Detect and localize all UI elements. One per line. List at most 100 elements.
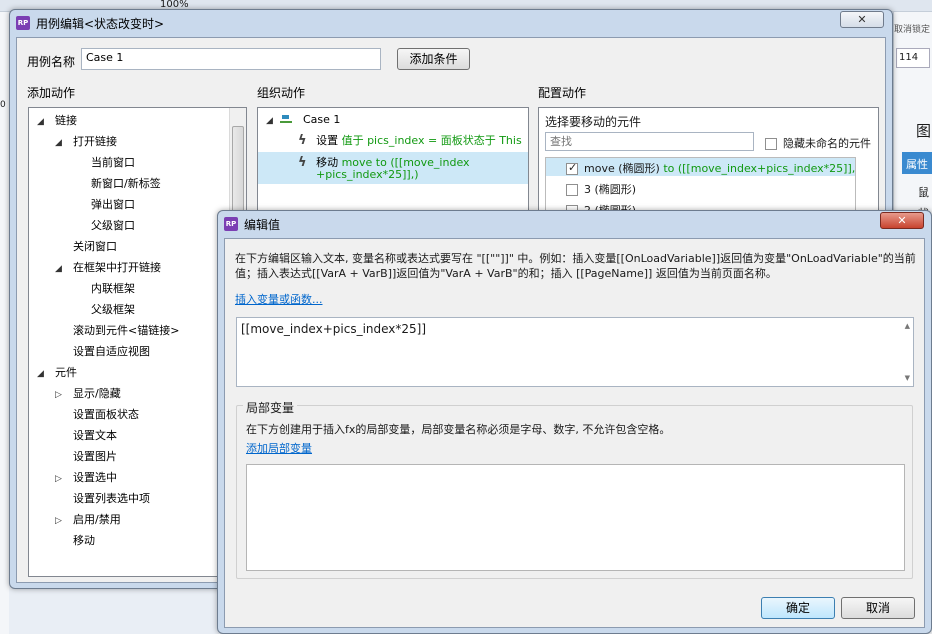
action-tree-label: 弹出窗口 (91, 198, 135, 211)
background-left-edge: 0 (0, 12, 9, 634)
action2-detail-line2: +pics_index*25]],) (316, 168, 419, 181)
action-tree-item[interactable]: 设置列表选中项 (55, 490, 150, 506)
bg-value-box[interactable]: 114 (896, 48, 930, 68)
bg-item-1[interactable]: 鼠 (918, 184, 929, 200)
widget-row[interactable]: move (椭圆形) to ([[move_index+pics_index*2… (566, 160, 855, 176)
case-node[interactable]: ◢ Case 1 (266, 113, 340, 126)
bg-value: 114 (899, 52, 919, 63)
expression-editor[interactable]: [[move_index+pics_index*25]] ▲ ▼ (236, 317, 914, 387)
case-editor-titlebar[interactable]: RP 用例编辑<状态改变时> (10, 10, 892, 36)
action-tree-label: 链接 (55, 114, 77, 127)
action-tree-label: 父级窗口 (91, 219, 135, 232)
action1-detail: 值于 pics_index = 面板状态于 This (341, 134, 522, 147)
action-tree-item[interactable]: 弹出窗口 (73, 196, 135, 212)
widget-name-0: move (椭圆形) (584, 162, 660, 175)
action-tree-item[interactable]: 设置图片 (55, 448, 117, 464)
configure-action-panel: 选择要移动的元件 隐藏未命名的元件 move (椭圆形) to ([[move_… (538, 107, 879, 217)
action-tree-item[interactable]: ◢ 在框架中打开链接 (55, 259, 161, 275)
bg-props-tab[interactable]: 属性 (902, 152, 932, 174)
hide-unnamed-checkbox[interactable] (765, 138, 777, 150)
case-editor-close-button[interactable]: ✕ (840, 11, 884, 28)
action-tree-item[interactable]: 设置自适应视图 (55, 343, 150, 359)
action-tree-item[interactable]: ▷ 启用/禁用 (55, 511, 121, 527)
local-variables-title: 局部变量 (243, 399, 298, 416)
add-condition-button[interactable]: 添加条件 (397, 48, 470, 70)
case-name-field[interactable]: Case 1 (81, 48, 381, 70)
tree-toggle-icon[interactable]: ▷ (55, 390, 65, 400)
bg-props-label: 属性 (906, 158, 928, 171)
widget-name-1: 3 (椭圆形) (584, 183, 637, 196)
case-toggle[interactable]: ◢ (266, 116, 276, 126)
action1-verb: 设置 (316, 134, 339, 147)
action-tree-item[interactable]: 当前窗口 (73, 154, 135, 170)
configure-action-title: 配置动作 (538, 86, 587, 100)
edit-value-title: 编辑值 (244, 217, 281, 232)
add-action-title: 添加动作 (27, 86, 76, 100)
action-tree-item[interactable]: ▷ 设置选中 (55, 469, 117, 485)
action-tree-scroll-thumb[interactable] (232, 126, 244, 216)
widget-search-input[interactable] (545, 132, 754, 151)
editor-scroll-down-icon[interactable]: ▼ (905, 374, 910, 382)
tree-toggle-icon[interactable]: ◢ (55, 264, 65, 274)
widget-checkbox-move[interactable] (566, 161, 578, 175)
action-tree-item[interactable]: 设置文本 (55, 427, 117, 443)
hide-unnamed-label: 隐藏未命名的元件 (783, 137, 871, 150)
action-tree-item[interactable]: 移动 (55, 532, 95, 548)
case-node-label: Case 1 (303, 113, 341, 126)
lightning-icon: ϟ (298, 155, 307, 170)
action-tree-label: 设置自适应视图 (73, 345, 150, 358)
action-tree-label: 设置选中 (73, 471, 117, 484)
add-local-variable-link[interactable]: 添加局部变量 (246, 440, 312, 456)
lightning-icon: ϟ (298, 133, 307, 148)
edit-value-close-button[interactable]: ✕ (880, 212, 924, 229)
tree-toggle-icon[interactable]: ◢ (37, 369, 47, 379)
add-action-tree[interactable]: ◢ 链接 ◢ 打开链接当前窗口新窗口/新标签 弹出窗口父级窗口关闭窗口 ◢ 在框架中打开链接… (28, 107, 247, 577)
action-tree-label: 关闭窗口 (73, 240, 117, 253)
action-tree-item[interactable]: ◢ 元件 (37, 364, 77, 380)
action-tree-item[interactable]: ▷ 显示/隐藏 (55, 385, 121, 401)
axure-rp-icon: RP (224, 217, 238, 231)
tree-toggle-icon[interactable]: ▷ (55, 516, 65, 526)
action-tree-item[interactable]: 父级框架 (73, 301, 135, 317)
tree-toggle-icon[interactable]: ◢ (55, 138, 65, 148)
action-tree-label: 启用/禁用 (73, 513, 121, 526)
local-variables-description: 在下方创建用于插入fx的局部变量，局部变量名称必须是字母、数字, 不允许包含空格… (246, 423, 671, 436)
expression-text: [[move_index+pics_index*25]] (241, 322, 427, 336)
widget-row[interactable]: 3 (椭圆形) (566, 181, 636, 197)
bg-unlock-text[interactable]: 取消锁定 (894, 22, 930, 35)
action-tree-item[interactable]: ◢ 链接 (37, 112, 77, 128)
action-tree-item[interactable]: ◢ 打开链接 (55, 133, 117, 149)
widget-list[interactable]: move (椭圆形) to ([[move_index+pics_index*2… (545, 157, 856, 216)
action-tree-item[interactable]: 内联框架 (73, 280, 135, 296)
configure-heading: 选择要移动的元件 (545, 115, 642, 129)
action-tree-label: 当前窗口 (91, 156, 135, 169)
case-icon (279, 115, 292, 125)
action-tree-item[interactable]: 关闭窗口 (55, 238, 117, 254)
action-tree-item[interactable]: 父级窗口 (73, 217, 135, 233)
ok-button[interactable]: 确定 (761, 597, 835, 619)
action-tree-label: 元件 (55, 366, 77, 379)
bg-heading: 图 (916, 122, 932, 140)
organize-action-title: 组织动作 (257, 86, 306, 100)
hide-unnamed-toggle[interactable]: 隐藏未命名的元件 (765, 135, 871, 151)
tree-toggle-icon[interactable]: ◢ (37, 117, 47, 127)
tree-toggle-icon[interactable]: ▷ (55, 474, 65, 484)
left-edge-text: 0 (0, 100, 6, 110)
insert-variable-link[interactable]: 插入变量或函数... (235, 291, 323, 307)
action-tree-label: 设置图片 (73, 450, 117, 463)
action-tree-item[interactable]: 设置面板状态 (55, 406, 139, 422)
edit-value-instructions: 在下方编辑区输入文本, 变量名称或表达式要写在 "[[""]]" 中。例如：插入… (235, 252, 916, 280)
action-tree-item[interactable]: 滚动到元件<锚链接> (55, 322, 179, 338)
action-tree-label: 新窗口/新标签 (91, 177, 161, 190)
action-tree-item[interactable]: 新窗口/新标签 (73, 175, 161, 191)
local-variables-list[interactable] (246, 464, 905, 571)
action-tree-label: 移动 (73, 534, 95, 547)
case-name-value: Case 1 (86, 51, 124, 64)
cancel-button[interactable]: 取消 (841, 597, 915, 619)
organize-action-panel[interactable]: ◢ Case 1 ϟ 设置 值于 pics_index = 面板状态于 This… (257, 107, 529, 211)
action-set-value[interactable]: ϟ 设置 值于 pics_index = 面板状态于 This (298, 132, 522, 148)
editor-scroll-up-icon[interactable]: ▲ (905, 322, 910, 330)
action-tree-label: 设置文本 (73, 429, 117, 442)
edit-value-titlebar[interactable]: RP 编辑值 (218, 211, 931, 237)
widget-checkbox-3[interactable] (566, 184, 578, 196)
